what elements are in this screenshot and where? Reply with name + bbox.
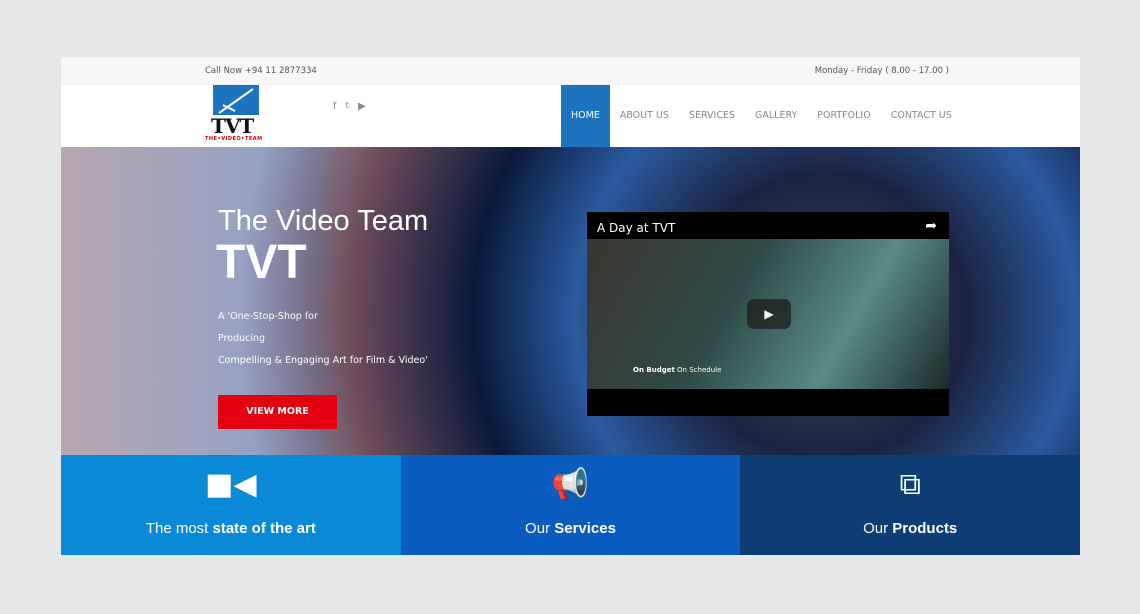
social-links: f t ▶	[333, 101, 366, 112]
hero-subtitle: TVT	[216, 236, 307, 289]
video-caption: On Budget On Schedule	[633, 366, 721, 374]
video-camera-icon: ■◀	[205, 467, 257, 502]
view-more-button[interactable]: VIEW MORE	[218, 395, 337, 429]
twitter-icon[interactable]: t	[346, 101, 350, 112]
hero-tagline-3: Compelling & Engaging Art for Film & Vid…	[218, 355, 428, 366]
video-thumbnail[interactable]: ▶ On Budget On Schedule	[587, 239, 949, 389]
nav-about-us[interactable]: ABOUT US	[610, 85, 679, 147]
nav-services[interactable]: SERVICES	[679, 85, 745, 147]
logo[interactable]: TVT THE•VIDEO•TEAM	[205, 85, 267, 145]
label-bold: Products	[892, 520, 958, 537]
megaphone-icon: 📢	[551, 467, 590, 502]
header: TVT THE•VIDEO•TEAM f t ▶ HOME ABOUT US S…	[61, 85, 1080, 147]
logo-text: TVT	[211, 114, 254, 138]
play-icon[interactable]: ▶	[747, 299, 791, 329]
nav-portfolio[interactable]: PORTFOLIO	[807, 85, 880, 147]
feature-label: Our Products	[740, 520, 1080, 537]
feature-label: The most state of the art	[61, 520, 401, 537]
label-pre: Our	[525, 520, 555, 537]
nav-contact-us[interactable]: CONTACT US	[881, 85, 962, 147]
label-pre: Our	[863, 520, 893, 537]
label-pre: The most	[145, 520, 213, 537]
video-title[interactable]: A Day at TVT	[597, 221, 675, 235]
main-nav: HOME ABOUT US SERVICES GALLERY PORTFOLIO…	[561, 85, 962, 147]
feature-boxes: ■◀ The most state of the art 📢 Our Servi…	[61, 455, 1080, 555]
hero-tagline-2: Producing	[218, 333, 266, 344]
page: Call Now +94 11 2877334 Monday - Friday …	[61, 57, 1080, 555]
youtube-icon[interactable]: ▶	[358, 101, 366, 112]
hero-banner: The Video Team TVT A 'One-Stop-Shop for …	[61, 147, 1080, 455]
feature-label: Our Services	[401, 520, 741, 537]
hero-tagline-1: A 'One-Stop-Shop for	[218, 311, 318, 322]
nav-gallery[interactable]: GALLERY	[745, 85, 807, 147]
label-bold: state of the art	[212, 520, 316, 537]
caption-text: On Schedule	[674, 366, 722, 374]
top-bar: Call Now +94 11 2877334 Monday - Friday …	[61, 57, 1080, 85]
cubes-icon: ⧉	[899, 467, 921, 502]
logo-mark	[213, 85, 259, 115]
nav-home[interactable]: HOME	[561, 85, 610, 147]
feature-services[interactable]: 📢 Our Services	[400, 455, 741, 555]
phone-text: Call Now +94 11 2877334	[205, 66, 317, 76]
share-icon[interactable]: ➦	[925, 218, 937, 234]
logo-subtitle: THE•VIDEO•TEAM	[205, 136, 263, 142]
label-bold: Services	[554, 520, 616, 537]
video-player[interactable]: A Day at TVT ➦ ▶ On Budget On Schedule	[587, 212, 949, 416]
feature-products[interactable]: ⧉ Our Products	[740, 455, 1080, 555]
caption-bold: On Budget	[633, 366, 675, 374]
hero-title: The Video Team	[218, 205, 429, 237]
facebook-icon[interactable]: f	[333, 101, 337, 112]
feature-state-of-art[interactable]: ■◀ The most state of the art	[61, 455, 401, 555]
hours-text: Monday - Friday ( 8.00 - 17.00 )	[814, 66, 949, 76]
